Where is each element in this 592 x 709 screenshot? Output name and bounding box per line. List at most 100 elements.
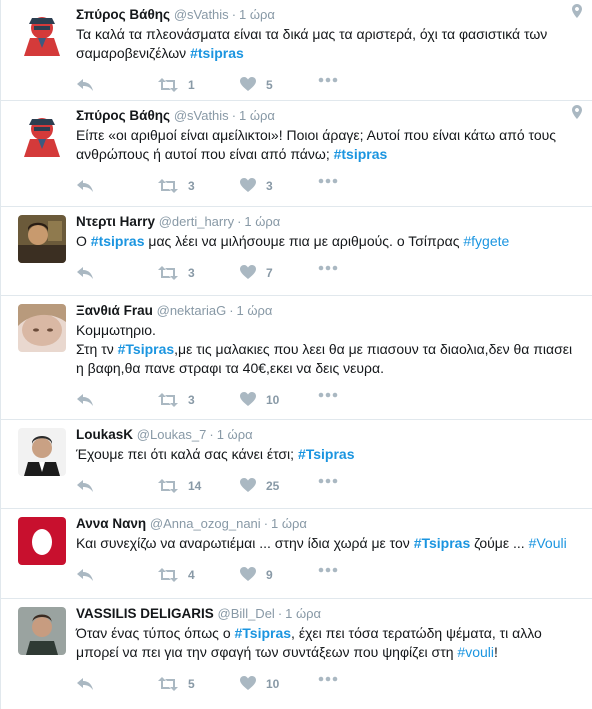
author-name[interactable]: VASSILIS DELIGARIS [76,606,214,621]
more-icon [318,676,338,682]
tweet: VASSILIS DELIGARIS @Bill_Del · 1 ώρα Όταν … [0,599,592,709]
location-pin-icon[interactable] [572,105,582,124]
hashtag-link[interactable]: #Tsipras [235,625,292,641]
tweet-text-segment: ! [494,644,498,660]
avatar[interactable] [18,109,66,157]
hashtag-link[interactable]: #Tsipras [298,446,355,462]
like-button[interactable]: 10 [240,392,279,407]
separator-dot: · [237,214,242,229]
author-name[interactable]: Σπύρος Βάθης [76,7,170,22]
like-button[interactable]: 3 [240,178,273,193]
like-count: 7 [266,265,273,280]
author-handle[interactable]: @sVathis [174,7,229,22]
avatar[interactable] [18,8,66,56]
heart-icon [240,478,256,492]
like-count: 5 [266,77,273,92]
reply-icon [77,678,93,690]
retweet-count: 3 [188,266,195,280]
avatar[interactable] [18,517,66,565]
hashtag-link[interactable]: #tsipras [91,233,145,249]
like-button[interactable]: 10 [240,676,279,691]
author-name[interactable]: Σπύρος Βάθης [76,108,170,123]
tweet-time[interactable]: 1 ώρα [271,516,307,531]
reply-button[interactable] [76,178,94,194]
tweet: Σπύρος Βάθης @sVathis · 1 ώρα Είπε «οι αρι… [0,101,592,207]
retweet-button[interactable]: 5 [158,676,195,692]
retweet-icon [158,266,178,280]
reply-icon [77,394,93,406]
retweet-icon [158,78,178,92]
reply-button[interactable] [76,77,94,93]
author-handle[interactable]: @derti_harry [159,214,234,229]
more-icon [318,478,338,484]
retweet-icon [158,677,178,691]
tweet-time[interactable]: 1 ώρα [244,214,280,229]
tweet-text: Κομμωτηριο. Στη τν #Tsipras,με τις μαλακι… [76,321,592,378]
more-button[interactable] [318,178,338,184]
avatar[interactable] [18,304,66,352]
heart-icon [240,77,256,91]
retweet-button[interactable]: 14 [158,478,201,494]
hashtag-link[interactable]: #vouli [457,644,494,660]
separator-dot: · [231,7,237,22]
retweet-button[interactable]: 4 [158,567,195,583]
more-button[interactable] [318,478,338,484]
tweet-header: Σπύρος Βάθης @sVathis · 1 ώρα [76,101,592,125]
retweet-button[interactable]: 3 [158,392,195,408]
like-count: 10 [266,676,280,691]
more-button[interactable] [318,265,338,271]
avatar[interactable] [18,607,66,655]
tweet-text-segment: Και συνεχίζω να αναρωτιέμαι ... στην ίδι… [76,535,414,551]
tweet-time[interactable]: 1 ώρα [217,427,253,442]
tweet-time[interactable]: 1 ώρα [237,303,273,318]
author-name[interactable]: Αννα Νανη [76,516,146,531]
reply-button[interactable] [76,567,94,583]
retweet-count: 3 [188,179,195,193]
author-handle[interactable]: @Loukas_7 [137,427,207,442]
tweet-time[interactable]: 1 ώρα [239,7,275,22]
more-button[interactable] [318,392,338,398]
author-name[interactable]: Ξανθιά Frau [76,303,153,318]
separator-dot: · [209,427,214,442]
retweet-count: 1 [188,78,195,92]
avatar[interactable] [18,215,66,263]
hashtag-link[interactable]: #Vouli [529,535,567,551]
like-button[interactable]: 5 [240,77,273,92]
more-button[interactable] [318,676,338,682]
author-name[interactable]: Ντερτι Harry [76,214,155,229]
reply-button[interactable] [76,478,94,494]
author-name[interactable]: LoukasK [76,427,133,442]
hashtag-link[interactable]: #tsipras [334,146,388,162]
tweet-time[interactable]: 1 ώρα [285,606,321,621]
retweet-count: 5 [188,677,195,691]
more-button[interactable] [318,77,338,83]
reply-icon [77,180,93,192]
retweet-button[interactable]: 1 [158,77,195,93]
author-handle[interactable]: @Bill_Del [218,606,275,621]
tweet-header: Ντερτι Harry @derti_harry · 1 ώρα [76,207,592,231]
tweet-header: LoukasK @Loukas_7 · 1 ώρα [76,420,592,444]
hashtag-link[interactable]: #Tsipras [118,341,175,357]
more-icon [318,567,338,573]
tweet-time[interactable]: 1 ώρα [239,108,275,123]
retweet-button[interactable]: 3 [158,178,195,194]
tweet-text-segment: Έχουμε πει ότι καλά σας κάνει έτσι; [76,446,298,462]
reply-button[interactable] [76,676,94,692]
author-handle[interactable]: @Anna_ozog_nani [150,516,261,531]
author-handle[interactable]: @nektariaG [157,303,227,318]
more-button[interactable] [318,567,338,573]
reply-button[interactable] [76,265,94,281]
hashtag-link[interactable]: #fygete [463,233,509,249]
like-button[interactable]: 25 [240,478,279,493]
like-button[interactable]: 9 [240,567,273,582]
hashtag-link[interactable]: #tsipras [190,45,244,61]
location-pin-icon[interactable] [572,4,582,23]
avatar[interactable] [18,428,66,476]
hashtag-link[interactable]: #Tsipras [414,535,471,551]
retweet-button[interactable]: 3 [158,265,195,281]
author-handle[interactable]: @sVathis [174,108,229,123]
separator-dot: · [263,516,269,531]
tweet: Ντερτι Harry @derti_harry · 1 ώρα Ο #tsipr… [0,207,592,296]
like-button[interactable]: 7 [240,265,273,280]
reply-button[interactable] [76,392,94,408]
